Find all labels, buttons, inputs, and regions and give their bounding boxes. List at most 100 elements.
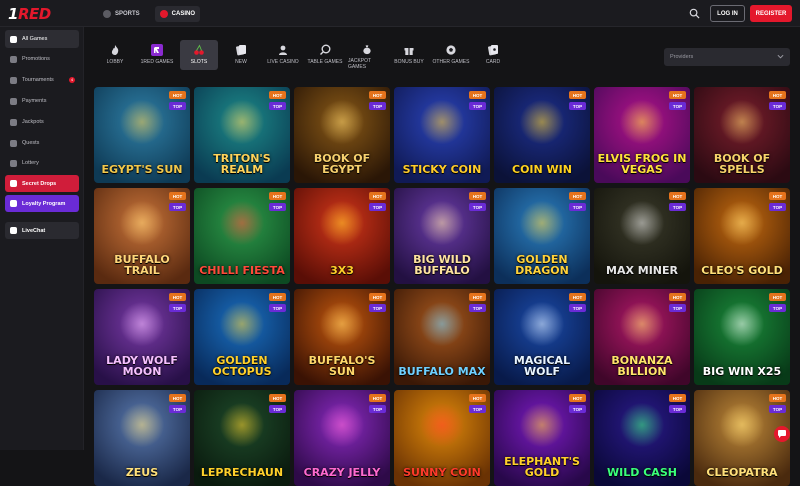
nav-casino[interactable]: CASINO	[154, 6, 201, 22]
category-other-games[interactable]: OTHER GAMES	[432, 40, 470, 70]
top-badge: TOP	[369, 304, 386, 312]
sidebar-item-promotions[interactable]: Promotions	[5, 50, 79, 68]
game-title: BONANZA BILLION	[611, 354, 673, 378]
hot-badge: HOT	[269, 91, 286, 99]
game-tile[interactable]: ZEUS HOT TOP	[94, 390, 190, 486]
top-badge: TOP	[769, 405, 786, 413]
category-lobby[interactable]: LOBBY	[96, 40, 134, 70]
category-new[interactable]: NEW	[222, 40, 260, 70]
game-tile[interactable]: COIN WIN HOT TOP	[494, 87, 590, 183]
game-title: TRITON'S REALM	[213, 152, 271, 176]
game-tile[interactable]: MAX MINER HOT TOP	[594, 188, 690, 284]
top-badge: TOP	[469, 304, 486, 312]
game-tile[interactable]: GOLDEN DRAGON HOT TOP	[494, 188, 590, 284]
search-icon[interactable]	[689, 8, 700, 19]
top-badge: TOP	[169, 304, 186, 312]
category-1red-games[interactable]: 1RED GAMES	[138, 40, 176, 70]
category-slots[interactable]: SLOTS	[180, 40, 218, 70]
game-tile[interactable]: BOOK OF SPELLS HOT TOP	[694, 87, 790, 183]
loyalty-program-button[interactable]: Loyalty Program	[5, 195, 79, 212]
tournaments-badge: 4	[69, 77, 75, 83]
game-tile[interactable]: CLEO'S GOLD HOT TOP	[694, 188, 790, 284]
game-tile[interactable]: BIG WIN X25 HOT TOP	[694, 289, 790, 385]
hot-badge: HOT	[769, 192, 786, 200]
top-badge: TOP	[269, 405, 286, 413]
game-tile[interactable]: LEPRECHAUN HOT TOP	[194, 390, 290, 486]
hot-badge: HOT	[669, 293, 686, 301]
game-artwork	[520, 99, 564, 145]
game-tile[interactable]: BUFFALO'S SUN HOT TOP	[294, 289, 390, 385]
game-artwork	[720, 99, 764, 145]
game-artwork	[120, 200, 164, 246]
site-logo[interactable]: 1RED	[8, 5, 51, 23]
game-artwork	[520, 402, 564, 448]
game-artwork	[620, 200, 664, 246]
providers-select[interactable]: Providers	[664, 48, 790, 66]
cards-icon	[488, 45, 498, 56]
hot-badge: HOT	[369, 192, 386, 200]
top-badge: TOP	[769, 203, 786, 211]
sidebar-item-lottery[interactable]: Lottery	[5, 154, 79, 172]
hot-badge: HOT	[469, 293, 486, 301]
game-title: GOLDEN DRAGON	[515, 253, 569, 277]
sidebar-item-tournaments[interactable]: Tournaments 4	[5, 71, 79, 89]
game-tile[interactable]: MAGICAL WOLF HOT TOP	[494, 289, 590, 385]
game-artwork	[420, 99, 464, 145]
chevron-down-icon	[777, 54, 784, 59]
category-table-games[interactable]: TABLE GAMES	[306, 40, 344, 70]
hot-badge: HOT	[669, 394, 686, 402]
game-tile[interactable]: ELVIS FROG IN VEGAS HOT TOP	[594, 87, 690, 183]
cherries-icon	[194, 44, 204, 55]
category-bonus-buy[interactable]: BONUS BUY	[390, 40, 428, 70]
game-title: LEPRECHAUN	[200, 466, 284, 479]
chip-icon	[320, 44, 331, 55]
sidebar-item-payments[interactable]: Payments	[5, 92, 79, 110]
game-title: CLEOPATRA	[706, 466, 778, 479]
hot-badge: HOT	[369, 293, 386, 301]
sidebar-item-jackpots[interactable]: Jackpots	[5, 113, 79, 131]
game-tile[interactable]: CHILLI FIESTA HOT TOP	[194, 188, 290, 284]
hot-badge: HOT	[169, 293, 186, 301]
game-title: 3X3	[330, 264, 354, 277]
category-jackpot-games[interactable]: JACKPOT GAMES	[348, 40, 386, 70]
game-tile[interactable]: STICKY COIN HOT TOP	[394, 87, 490, 183]
sidebar-item-quests[interactable]: Quests	[5, 134, 79, 152]
chat-fab-button[interactable]	[774, 426, 790, 442]
game-title: CLEO'S GOLD	[701, 264, 783, 277]
game-tile[interactable]: BUFFALO MAX HOT TOP	[394, 289, 490, 385]
game-tile[interactable]: ELEPHANT'S GOLD HOT TOP	[494, 390, 590, 486]
sidebar-item-all-games[interactable]: All Games	[5, 30, 79, 48]
ball-icon	[446, 45, 456, 55]
register-button[interactable]: REGISTER	[750, 5, 792, 22]
game-tile[interactable]: 3X3 HOT TOP	[294, 188, 390, 284]
game-artwork	[720, 301, 764, 347]
game-tile[interactable]: BONANZA BILLION HOT TOP	[594, 289, 690, 385]
game-artwork	[620, 402, 664, 448]
login-button[interactable]: LOG IN	[710, 5, 745, 22]
game-title: MAGICAL WOLF	[513, 354, 571, 378]
category-card[interactable]: CARD	[474, 40, 512, 70]
livechat-button[interactable]: LiveChat	[5, 222, 79, 239]
category-live-casino[interactable]: LIVE CASINO	[264, 40, 302, 70]
game-tile[interactable]: SUNNY COIN HOT TOP	[394, 390, 490, 486]
game-tile[interactable]: BOOK OF EGYPT HOT TOP	[294, 87, 390, 183]
game-tile[interactable]: TRITON'S REALM HOT TOP	[194, 87, 290, 183]
game-artwork	[320, 402, 364, 448]
casino-chip-icon	[159, 10, 168, 18]
top-badge: TOP	[369, 203, 386, 211]
nav-sports[interactable]: SPORTS	[98, 6, 145, 22]
game-tile[interactable]: BIG WILD BUFFALO HOT TOP	[394, 188, 490, 284]
game-tile[interactable]: EGYPT'S SUN HOT TOP	[94, 87, 190, 183]
sidebar: All Games Promotions Tournaments 4 Paymen…	[0, 27, 84, 450]
game-tile[interactable]: BUFFALO TRAIL HOT TOP	[94, 188, 190, 284]
game-artwork	[420, 402, 464, 448]
game-tile[interactable]: WILD CASH HOT TOP	[594, 390, 690, 486]
game-tile[interactable]: LADY WOLF MOON HOT TOP	[94, 289, 190, 385]
game-tile[interactable]: CRAZY JELLY HOT TOP	[294, 390, 390, 486]
secret-drops-button[interactable]: Secret Drops	[5, 175, 79, 192]
new-cards-icon	[236, 45, 246, 56]
game-tile[interactable]: GOLDEN OCTOPUS HOT TOP	[194, 289, 290, 385]
hot-badge: HOT	[269, 192, 286, 200]
game-title: BOOK OF SPELLS	[713, 152, 771, 176]
hot-badge: HOT	[769, 293, 786, 301]
